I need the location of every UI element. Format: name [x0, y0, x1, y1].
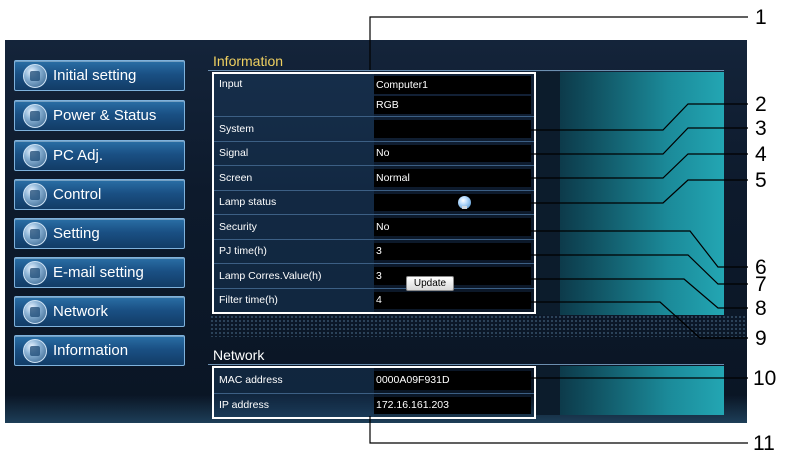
screen-value: Normal: [374, 169, 531, 187]
callout-number: 2: [755, 93, 767, 116]
row-mac-address: MAC address 0000A09F931D: [214, 368, 534, 393]
pj-time-label: PJ time(h): [214, 239, 374, 263]
heading-divider: [208, 364, 724, 365]
ip-address-value: 172.16.161.203: [374, 396, 531, 414]
callout-number: 10: [753, 367, 777, 390]
input-value-source: Computer1: [374, 76, 531, 94]
sidebar-item-initial-setting[interactable]: Initial setting: [14, 60, 185, 91]
row-pj-time: PJ time(h) 3: [214, 238, 534, 263]
network-side-panel: [536, 366, 724, 415]
monitor-icon: [23, 143, 47, 168]
pj-time-value: 3: [374, 242, 531, 260]
heading-divider: [208, 70, 724, 71]
system-value: [374, 120, 531, 138]
sidebar-item-setting[interactable]: Setting: [14, 218, 185, 249]
info-side-panel: [536, 72, 724, 315]
mail-icon: [23, 260, 47, 285]
ip-address-label: IP address: [214, 393, 374, 417]
row-signal: Signal No: [214, 140, 534, 165]
sidebar-item-label: Network: [53, 303, 109, 320]
row-lamp-status: Lamp status: [214, 189, 534, 214]
update-button[interactable]: Update: [406, 276, 454, 291]
input-value-type: RGB: [374, 96, 531, 114]
signal-label: Signal: [214, 141, 374, 165]
sidebar-item-power-status[interactable]: Power & Status: [14, 100, 185, 131]
callout-number: 8: [755, 297, 767, 320]
sidebar-item-label: Power & Status: [53, 107, 157, 124]
row-ip-address: IP address 172.16.161.203: [214, 392, 534, 417]
security-value: No: [374, 218, 531, 236]
network-table: MAC address 0000A09F931D IP address 172.…: [212, 366, 536, 419]
sidebar-item-label: Setting: [53, 225, 100, 242]
information-table: Input Computer1 RGB System Signal No Scr…: [212, 72, 536, 314]
sidebar-item-label: Information: [53, 342, 129, 359]
sidebar-item-email-setting[interactable]: E-mail setting: [14, 257, 185, 288]
sidebar-item-label: PC Adj.: [53, 147, 104, 164]
row-input: Input Computer1 RGB: [214, 74, 534, 116]
mac-address-label: MAC address: [214, 368, 374, 393]
panel-stripe: [536, 366, 560, 415]
callout-number: 9: [755, 327, 767, 350]
callout-number: 11: [753, 432, 775, 455]
sidebar-item-label: E-mail setting: [53, 264, 144, 281]
dot-pattern-band: [210, 315, 747, 337]
screen-label: Screen: [214, 166, 374, 190]
sidebar-item-label: Initial setting: [53, 67, 137, 84]
input-label: Input: [214, 74, 374, 116]
callout-number: 1: [755, 6, 767, 29]
lamp-status-value: [374, 193, 531, 211]
callout-number: 5: [755, 169, 767, 192]
info-icon: [23, 338, 47, 363]
power-icon: [23, 103, 47, 128]
network-icon: [23, 299, 47, 324]
wrench-gear-icon: [23, 63, 47, 88]
callout-number: 4: [755, 143, 767, 166]
sidebar-item-information[interactable]: Information: [14, 335, 185, 366]
mac-address-value: 0000A09F931D: [374, 371, 531, 390]
panel-stripe: [536, 72, 560, 315]
security-label: Security: [214, 215, 374, 239]
system-label: System: [214, 117, 374, 141]
filter-time-value: 4: [374, 291, 531, 309]
signal-value: No: [374, 144, 531, 162]
lamp-bulb-icon: [458, 195, 471, 209]
filter-time-label: Filter time(h): [214, 288, 374, 312]
pencil-icon: [23, 221, 47, 246]
row-security: Security No: [214, 214, 534, 239]
callout-number: 7: [755, 273, 767, 296]
row-lamp-corres: Lamp Corres.Value(h) 3: [214, 263, 534, 288]
row-system: System: [214, 116, 534, 141]
network-heading: Network: [213, 347, 265, 363]
lamp-corres-label: Lamp Corres.Value(h): [214, 264, 374, 288]
lamp-status-label: Lamp status: [214, 190, 374, 214]
information-heading: Information: [213, 53, 284, 69]
row-screen: Screen Normal: [214, 165, 534, 190]
sidebar-item-label: Control: [53, 186, 102, 203]
sidebar-item-network[interactable]: Network: [14, 296, 185, 327]
callout-number: 3: [755, 117, 767, 140]
control-icon: [23, 182, 47, 207]
row-filter-time: Filter time(h) 4: [214, 287, 534, 312]
sidebar-item-pc-adj[interactable]: PC Adj.: [14, 140, 185, 171]
sidebar-item-control[interactable]: Control: [14, 179, 185, 210]
